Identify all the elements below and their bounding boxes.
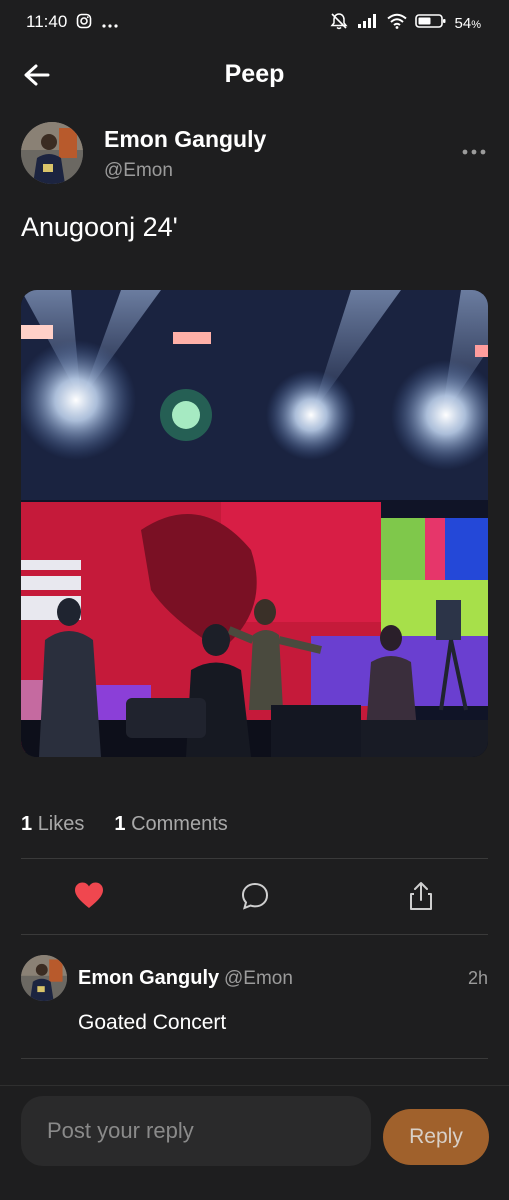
comment-item[interactable]: Emon Ganguly @Emon 2h Goated Concert [21,953,488,1043]
instagram-icon [76,13,92,34]
divider [21,1058,488,1059]
reply-input[interactable] [21,1096,371,1166]
page-title: Peep [224,60,285,88]
comments-count[interactable]: 1 Comments [114,813,227,836]
status-time: 11:40 [26,12,68,31]
likes-count[interactable]: 1 Likes [21,813,84,836]
comment-time: 2h [467,968,488,988]
more-dots-icon [102,15,118,33]
reply-bar: Reply [0,1085,509,1200]
battery-icon [414,13,447,33]
battery-percent: 54% [454,14,481,32]
reply-button[interactable]: Reply [383,1109,489,1165]
mute-icon [329,12,349,34]
author-name[interactable]: Emon Ganguly [104,126,266,153]
status-bar: 11:40 54% [0,0,509,44]
heart-icon [75,882,103,908]
share-icon [410,882,432,910]
author-handle[interactable]: @Emon [104,160,173,182]
comment-text: Goated Concert [78,1011,227,1034]
post-actions [21,872,488,920]
share-button[interactable] [405,880,437,912]
wifi-icon [386,13,407,33]
post-author: Emon Ganguly @Emon [21,122,489,186]
post-stats: 1 Likes 1 Comments [21,813,228,836]
comment-bubble-icon [241,882,269,910]
avatar[interactable] [21,955,67,1001]
divider [21,858,488,859]
post-text: Anugoonj 24' [21,212,178,242]
comment-button[interactable] [239,880,271,912]
divider [21,934,488,935]
more-options-button[interactable] [461,144,487,160]
like-button[interactable] [73,880,105,912]
signal-icon [357,13,379,33]
post-image[interactable] [21,290,488,757]
more-horizontal-icon [462,149,486,155]
comment-author-handle[interactable]: @Emon [224,968,293,990]
app-header: Peep [0,50,509,100]
avatar[interactable] [21,122,83,184]
comment-author-name[interactable]: Emon Ganguly [78,967,219,990]
